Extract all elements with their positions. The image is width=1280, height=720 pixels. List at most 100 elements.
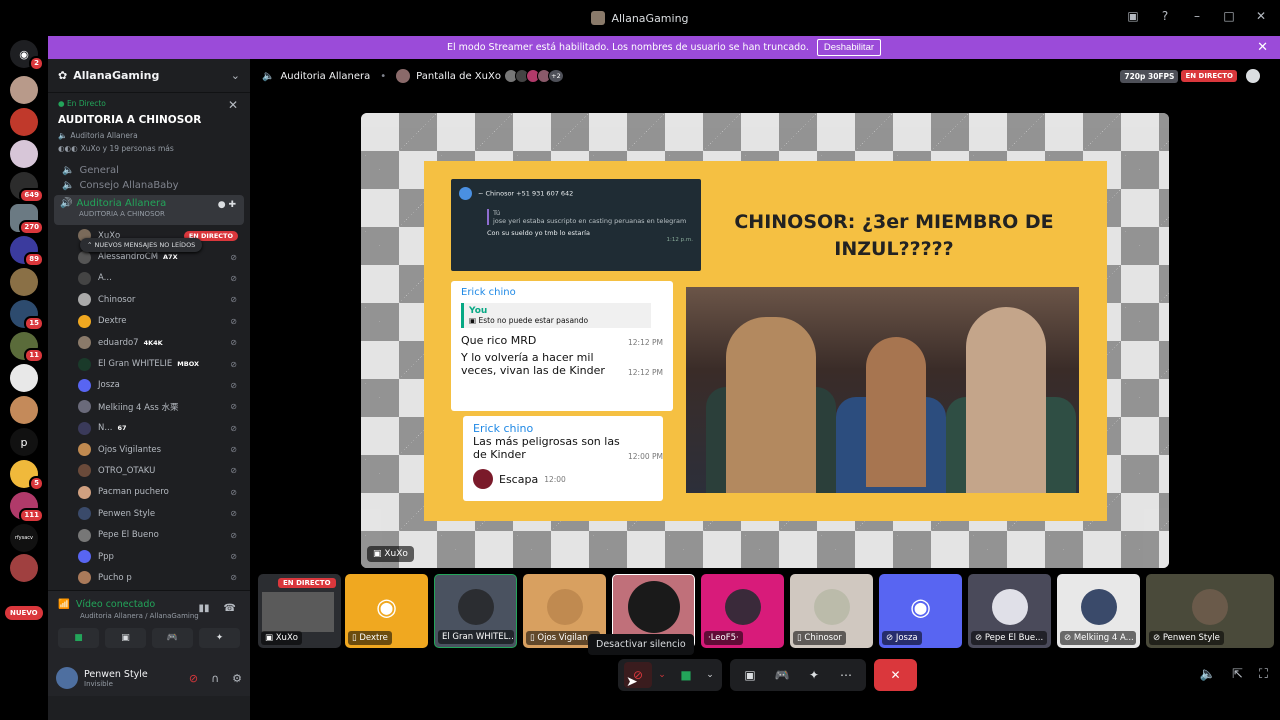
voice-user[interactable]: Chinosor ⊘: [48, 289, 250, 310]
mic-muted-icon: ⊘: [230, 338, 237, 348]
new-badge[interactable]: NUEVO: [5, 606, 43, 620]
server-icon[interactable]: [10, 108, 38, 136]
new-messages-pill[interactable]: ⌃ NUEVOS MENSAJES NO LEÍDOS: [80, 238, 203, 252]
server-icon[interactable]: 111: [10, 492, 44, 523]
server-icon[interactable]: 15: [10, 300, 44, 331]
voice-user[interactable]: Melkiing 4 Ass 水栗 ⊘: [48, 396, 250, 417]
user-panel: Penwen Style Invisible ⊘ ∩ ⚙: [48, 660, 250, 696]
mic-muted-icon: ⊘: [230, 273, 237, 283]
speaker-icon: 🔈: [62, 180, 75, 191]
chevron-down-icon[interactable]: ⌄: [704, 662, 716, 688]
photo: [686, 287, 1079, 493]
server-icon[interactable]: [10, 268, 38, 296]
chat-add-icons[interactable]: ● ✚: [218, 200, 236, 210]
server-icon[interactable]: 11: [10, 332, 44, 363]
fullscreen-icon[interactable]: ⛶: [1259, 667, 1268, 682]
speaker-icon: 🔈: [62, 165, 75, 176]
chevron-down-icon[interactable]: ⌄: [656, 662, 668, 688]
badge: 111: [19, 508, 44, 523]
screen-share-button[interactable]: ▣: [105, 628, 146, 648]
server-icon[interactable]: [10, 396, 38, 424]
participant-tile[interactable]: ⊘ Melkiing 4 A...: [1057, 574, 1140, 648]
active-voice-channel[interactable]: 🔊 Auditoria Allanera AUDITORIA A CHINOSOR…: [54, 195, 244, 225]
voice-user[interactable]: Ppp ⊘: [48, 546, 250, 567]
server-icon[interactable]: p: [10, 428, 38, 456]
mic-muted-icon: ⊘: [230, 487, 237, 497]
chat-icon[interactable]: [1246, 69, 1260, 83]
stream-view[interactable]: ~ Chinosor +51 931 607 642 Tú jose yeri e…: [361, 113, 1169, 568]
server-icon[interactable]: 5: [10, 460, 44, 491]
badge: 2: [29, 56, 44, 71]
server-icon[interactable]: 649: [10, 172, 44, 203]
call-controls: ⊘ ⌄ ■ ⌄ ▣ 🎮 ✦ ⋯ ✕: [618, 659, 917, 691]
participant-tile[interactable]: El Gran WHITEL...: [434, 574, 517, 648]
close-button[interactable]: ✕: [1252, 9, 1270, 23]
mic-muted-icon[interactable]: ⊘: [189, 672, 198, 685]
voice-user[interactable]: OTRO_OTAKU ⊘: [48, 460, 250, 481]
channel-general[interactable]: 🔈 General: [48, 163, 250, 178]
avatars-icon: ◐◐◐: [58, 144, 78, 153]
server-icon[interactable]: 270: [10, 204, 44, 235]
close-icon[interactable]: ✕: [228, 98, 238, 112]
live-badge: EN DIRECTO: [1181, 70, 1237, 82]
gear-icon[interactable]: ⚙: [232, 672, 242, 685]
voice-user[interactable]: A... ⊘: [48, 268, 250, 289]
server-avatar-icon: [591, 11, 606, 25]
avatar: [78, 357, 91, 371]
screen-share-button[interactable]: ▣: [736, 662, 764, 688]
soundboard-button[interactable]: ✦: [199, 628, 240, 648]
voice-user[interactable]: N... 67 ⊘: [48, 418, 250, 439]
camera-button[interactable]: ■: [58, 628, 99, 648]
inbox-icon[interactable]: ▣: [1124, 9, 1142, 23]
server-icon[interactable]: [10, 140, 38, 168]
activity-button[interactable]: 🎮: [768, 662, 796, 688]
avatar[interactable]: [56, 667, 78, 689]
participant-tile[interactable]: ⊘ Pepe El Bue...: [968, 574, 1051, 648]
voice-user[interactable]: Pucho p ⊘: [48, 567, 250, 588]
minimize-button[interactable]: –: [1188, 9, 1206, 23]
disable-streamer-button[interactable]: Deshabilitar: [816, 39, 882, 56]
server-icon[interactable]: rfysacv: [10, 524, 38, 552]
voice-user[interactable]: Dextre ⊘: [48, 311, 250, 332]
channel-consejo[interactable]: 🔈 Consejo AllanaBaby: [48, 178, 250, 193]
participant-tile[interactable]: ◉ ▯ Dextre: [345, 574, 428, 648]
server-rail: ◉ 2 649 270 89 15 11 p 5 111 rfysacv NUEV…: [0, 36, 48, 720]
headphones-icon[interactable]: ∩: [211, 672, 219, 685]
soundboard-button[interactable]: ✦: [800, 662, 828, 688]
volume-icon[interactable]: 🔈: [1200, 667, 1216, 682]
more-icon[interactable]: ⋯: [832, 662, 860, 688]
camera-button[interactable]: ■: [672, 662, 700, 688]
voice-user[interactable]: Ojos Vigilantes ⊘: [48, 439, 250, 460]
voice-user[interactable]: eduardo7 4K4K ⊘: [48, 332, 250, 353]
dm-avatar[interactable]: [10, 76, 38, 104]
leave-call-button[interactable]: ✕: [874, 659, 917, 691]
popout-icon[interactable]: ⇱: [1232, 667, 1243, 682]
voice-user[interactable]: Pepe El Bueno ⊘: [48, 524, 250, 545]
voice-user[interactable]: El Gran WHITELIE MBOX ⊘: [48, 353, 250, 374]
maximize-button[interactable]: □: [1220, 9, 1238, 23]
voice-user[interactable]: Penwen Style ⊘: [48, 503, 250, 524]
participant-tile[interactable]: ◉ ⊘ Josza: [879, 574, 962, 648]
window-title: AllanaGaming: [611, 11, 689, 25]
participant-tile[interactable]: ▯ Chinosor: [790, 574, 873, 648]
voice-user[interactable]: Josza ⊘: [48, 375, 250, 396]
soundboard-icon[interactable]: ▮▮: [199, 603, 210, 614]
voice-user[interactable]: Pacman puchero ⊘: [48, 482, 250, 503]
home-button[interactable]: ◉ 2: [10, 40, 44, 71]
participant-tile[interactable]: ·LeoF5·: [701, 574, 784, 648]
server-header[interactable]: ✿ AllanaGaming ⌄: [48, 59, 250, 93]
server-icon[interactable]: 89: [10, 236, 44, 267]
viewer-avatars[interactable]: +2: [503, 69, 564, 83]
participant-tile[interactable]: ⊘ Penwen Style: [1146, 574, 1274, 648]
avatar: [78, 271, 91, 285]
stage-header: 🔈 Auditoria Allanera • Pantalla de XuXo …: [250, 59, 1280, 93]
disconnect-icon[interactable]: ☎: [224, 603, 236, 614]
live-event-card[interactable]: ● En Directo ✕ AUDITORIA A CHINOSOR 🔈 Aud…: [48, 93, 250, 159]
event-channel: 🔈 Auditoria Allanera: [58, 131, 138, 140]
server-icon[interactable]: [10, 364, 38, 392]
participant-tile[interactable]: EN DIRECTO ▣ XuXo: [258, 574, 341, 648]
activity-button[interactable]: 🎮: [152, 628, 193, 648]
help-icon[interactable]: ?: [1156, 9, 1174, 23]
close-icon[interactable]: ✕: [1257, 40, 1268, 55]
server-icon[interactable]: [10, 554, 38, 582]
